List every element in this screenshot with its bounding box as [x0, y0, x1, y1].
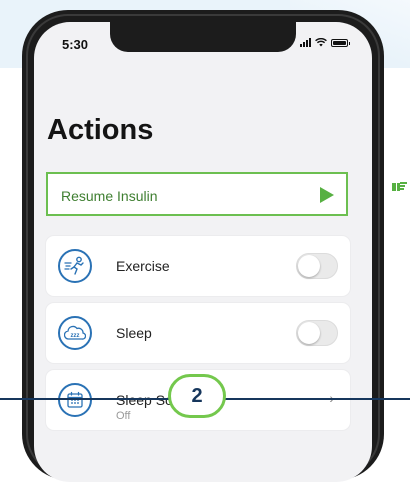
page-title: Actions: [47, 114, 154, 146]
resume-insulin-label: Resume Insulin: [61, 188, 158, 204]
pointing-hand-icon: [392, 182, 407, 191]
sleep-item[interactable]: zzz Sleep: [46, 303, 350, 363]
status-icons: [300, 38, 350, 47]
cellular-signal-icon: [300, 38, 311, 47]
status-time: 5:30: [62, 37, 89, 52]
toggle-knob: [298, 322, 320, 344]
svg-text:zzz: zzz: [71, 333, 80, 339]
play-icon: [320, 187, 334, 203]
wifi-icon: [315, 38, 327, 47]
exercise-label: Exercise: [116, 258, 170, 274]
step-number-badge: 2: [168, 374, 226, 418]
exercise-item[interactable]: Exercise: [46, 236, 350, 296]
sleep-schedules-status: Off: [116, 410, 131, 422]
exercise-icon: [58, 249, 92, 283]
sleep-label: Sleep: [116, 325, 152, 341]
sleep-icon: zzz: [58, 316, 92, 350]
exercise-toggle[interactable]: [296, 253, 338, 279]
calendar-icon: [58, 383, 92, 417]
resume-insulin-button[interactable]: Resume Insulin: [46, 172, 348, 216]
toggle-knob: [298, 255, 320, 277]
battery-icon: [331, 38, 350, 47]
phone-notch: [110, 22, 296, 52]
sleep-toggle[interactable]: [296, 320, 338, 346]
